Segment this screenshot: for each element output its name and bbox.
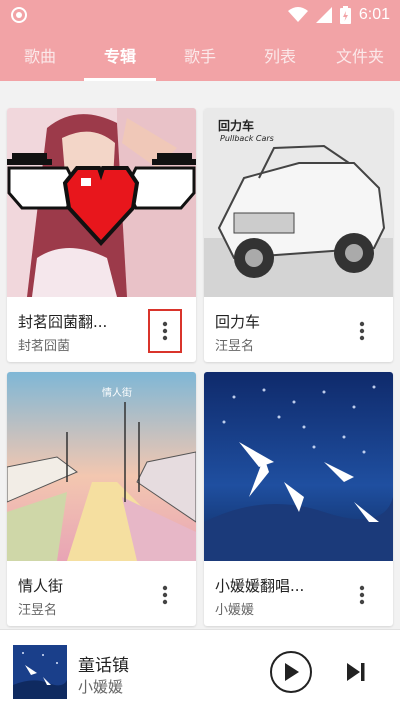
status-bar: 6:01	[0, 0, 400, 29]
more-vert-icon	[359, 321, 365, 341]
more-options-button[interactable]	[148, 309, 182, 353]
album-artist: 封茗囧菌	[18, 339, 71, 354]
album-title: 情人街	[18, 577, 64, 595]
album-artist: 汪昱名	[215, 339, 255, 354]
status-time: 6:01	[358, 6, 390, 23]
album-artist: 小媛媛	[215, 603, 255, 618]
tab-artists[interactable]: 歌手	[160, 29, 240, 81]
album-card[interactable]: 封茗囧菌翻... 封茗囧菌	[7, 108, 196, 362]
more-vert-icon	[162, 321, 168, 341]
cover-text: 情人街	[102, 388, 132, 399]
tab-songs[interactable]: 歌曲	[0, 29, 80, 81]
play-icon	[285, 663, 299, 681]
album-cover	[204, 372, 393, 561]
signal-icon	[315, 7, 332, 23]
app-notification-icon	[11, 7, 27, 23]
next-button[interactable]	[342, 658, 370, 686]
more-vert-icon	[359, 585, 365, 605]
album-cover	[7, 108, 196, 297]
album-card[interactable]: 小媛媛翻唱... 小媛媛	[204, 372, 393, 626]
more-vert-icon	[162, 585, 168, 605]
battery-icon	[339, 6, 351, 24]
mini-player[interactable]: 童话镇 小媛媛	[0, 629, 400, 711]
now-playing-artist: 小媛媛	[78, 678, 124, 696]
now-playing-cover	[13, 645, 67, 699]
skip-next-icon	[347, 663, 365, 681]
more-options-button[interactable]	[346, 310, 378, 352]
wifi-icon	[287, 7, 308, 22]
album-cover: 回力车 Pullback Cars	[204, 108, 393, 297]
tab-albums[interactable]: 专辑	[80, 29, 160, 81]
album-title: 封茗囧菌翻...	[18, 313, 108, 331]
now-playing-title: 童话镇	[78, 656, 129, 676]
album-card[interactable]: 情人街 情人街 汪昱名	[7, 372, 196, 626]
album-card[interactable]: 回力车 Pullback Cars 回力车 汪昱名	[204, 108, 393, 362]
tab-bar: 歌曲 专辑 歌手 列表 文件夹	[0, 29, 400, 81]
album-artist: 汪昱名	[18, 603, 58, 618]
tab-folders[interactable]: 文件夹	[320, 29, 400, 81]
cover-text: Pullback Cars	[220, 134, 274, 143]
play-button[interactable]	[270, 651, 312, 693]
album-cover: 情人街	[7, 372, 196, 561]
album-title: 小媛媛翻唱...	[215, 577, 305, 595]
svg-text:回力车: 回力车	[218, 118, 254, 133]
album-title: 回力车	[215, 313, 261, 331]
more-options-button[interactable]	[346, 574, 378, 616]
tab-playlists[interactable]: 列表	[240, 29, 320, 81]
more-options-button[interactable]	[149, 574, 181, 616]
